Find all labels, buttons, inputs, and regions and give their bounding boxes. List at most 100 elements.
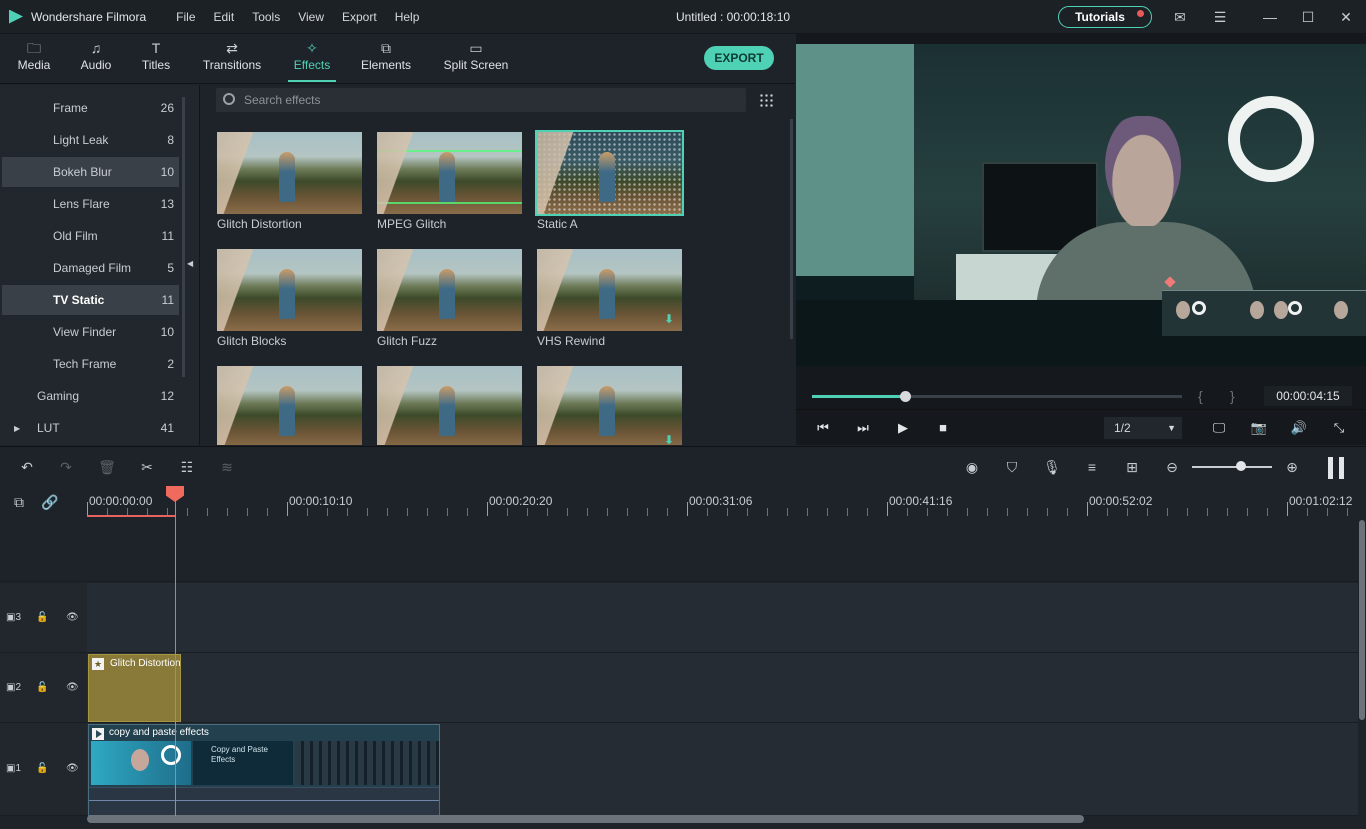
delete-icon[interactable]: 🗑 [98,458,116,476]
volume-icon[interactable]: 🔊 [1290,419,1308,437]
zoom-in-icon[interactable]: ⊕ [1283,458,1301,476]
effect-tile[interactable] [217,366,362,445]
effect-glitch-distortion[interactable]: Glitch Distortion [217,132,362,231]
tab-media[interactable]: 🗀 Media [10,38,58,82]
category-frame[interactable]: Frame 26 [2,93,179,123]
timeline-vertical-scrollbar[interactable] [1359,520,1365,720]
effect-glitch-fuzz[interactable]: Glitch Fuzz [377,249,522,348]
category-lut[interactable]: ▶ LUT 41 [2,413,179,443]
eye-icon[interactable]: 👁 [66,610,79,626]
tab-transitions-label: Transitions [203,58,261,72]
adjust-icon[interactable]: ☷ [178,458,196,476]
zoom-slider-knob[interactable] [1236,461,1246,471]
tab-effects[interactable]: ✧ Effects [288,38,336,82]
category-tech-frame[interactable]: Tech Frame 2 [2,349,179,379]
track-3[interactable]: ▣3 🔓 👁 [0,583,1358,653]
fullscreen-icon[interactable]: ⤡ [1330,419,1348,437]
zoom-slider[interactable] [1192,466,1272,468]
effect-clip[interactable]: ★ Glitch Distortion [88,654,181,722]
effect-thumbnail [377,366,522,445]
grid-view-icon[interactable] [759,93,773,107]
eye-icon[interactable]: 👁 [66,680,79,696]
video-clip[interactable]: Copy and Paste Effects copy and paste ef… [88,724,440,816]
stop-icon[interactable]: ■ [934,419,952,437]
timeline-horizontal-scrollbar[interactable] [87,815,1084,823]
effect-static-a[interactable]: Static A [537,132,682,231]
menu-export[interactable]: Export [342,10,377,24]
category-tv-static[interactable]: TV Static 11 [2,285,179,315]
mark-out-icon[interactable]: } [1230,388,1235,404]
effect-vhs-rewind[interactable]: ⬇ VHS Rewind [537,249,682,348]
expand-arrow-icon[interactable]: ▶ [14,424,20,433]
tab-audio[interactable]: ♫ Audio [72,38,120,82]
search-input[interactable] [244,90,724,110]
menu-edit[interactable]: Edit [214,10,235,24]
audio-mixer-icon[interactable]: ≡ [1083,458,1101,476]
lock-icon[interactable]: 🔓 [36,680,48,696]
zoom-out-icon[interactable]: ⊖ [1163,458,1181,476]
mark-in-icon[interactable]: { [1198,388,1203,404]
download-icon[interactable]: ⬇ [664,434,674,445]
category-scrollbar[interactable] [182,97,185,377]
undo-icon[interactable]: ↶ [18,458,36,476]
effect-tile[interactable] [377,366,522,445]
mail-icon[interactable]: ✉ [1172,9,1188,25]
effect-thumbnail [217,366,362,445]
category-damaged-film[interactable]: Damaged Film 5 [2,253,179,283]
export-button[interactable]: EXPORT [704,46,774,70]
add-track-icon[interactable]: ⧉ [10,493,28,511]
download-icon[interactable]: ⬇ [664,313,674,325]
close-icon[interactable]: ✕ [1338,9,1354,25]
snapshot-icon[interactable]: 📷 [1250,419,1268,437]
category-old-film[interactable]: Old Film 11 [2,221,179,251]
preview-scrubber: { } 00:00:04:15 [796,380,1366,410]
link-icon[interactable]: 🔗 [41,493,59,511]
tab-transitions[interactable]: ⇄ Transitions [198,38,266,82]
audio-wave-icon[interactable]: ≋ [218,458,236,476]
maximize-icon[interactable]: ☐ [1300,9,1316,25]
eye-icon[interactable]: 👁 [66,761,79,777]
fit-timeline-icon[interactable]: ⊞ [1123,458,1141,476]
step-back-icon[interactable]: ⏮ [814,419,832,437]
tab-titles[interactable]: T Titles [132,38,180,82]
track-2[interactable]: ▣2 🔓 👁 [0,653,1358,723]
progress-knob[interactable] [900,391,911,402]
resolution-select[interactable]: 1/2 ▼ [1104,417,1182,439]
star-icon: ★ [92,658,104,670]
effect-thumbnail: ⬇ [537,366,682,445]
microphone-icon[interactable]: 🎙 [1043,458,1061,476]
menu-tools[interactable]: Tools [252,10,280,24]
step-forward-icon[interactable]: ⏭ [854,419,872,437]
category-view-finder[interactable]: View Finder 10 [2,317,179,347]
effect-glitch-blocks[interactable]: Glitch Blocks [217,249,362,348]
lock-icon[interactable]: 🔓 [36,761,48,777]
tab-elements[interactable]: ⧉ Elements [358,38,414,82]
display-icon[interactable]: 🖵 [1210,419,1228,437]
category-light-leak[interactable]: Light Leak 8 [2,125,179,155]
menu-help[interactable]: Help [395,10,420,24]
category-bokeh-blur[interactable]: Bokeh Blur 10 [2,157,179,187]
tutorials-button[interactable]: Tutorials [1058,6,1152,28]
cut-icon[interactable]: ✂ [138,458,156,476]
effect-mpeg-glitch[interactable]: MPEG Glitch [377,132,522,231]
list-menu-icon[interactable]: ☰ [1212,9,1228,25]
playhead[interactable] [175,500,176,816]
minimize-icon[interactable]: — [1262,9,1278,25]
category-lens-flare[interactable]: Lens Flare 13 [2,189,179,219]
menu-view[interactable]: View [298,10,324,24]
video-preview[interactable] [796,44,1366,366]
render-preview-icon[interactable]: ◉ [963,458,981,476]
marker-icon[interactable]: ⛉ [1003,458,1021,476]
progress-track[interactable] [812,395,1182,398]
collapse-panel-icon[interactable]: ◀ [187,259,193,268]
tab-split-screen[interactable]: ▭ Split Screen [440,38,512,82]
effect-tile[interactable]: ⬇ [537,366,682,445]
category-gaming[interactable]: Gaming 12 [2,381,179,411]
effects-scrollbar[interactable] [790,119,793,339]
menu-file[interactable]: File [176,10,195,24]
lock-icon[interactable]: 🔓 [36,610,48,626]
play-icon[interactable]: ▶ [894,419,912,437]
redo-icon[interactable]: ↷ [57,458,75,476]
timeline-ruler[interactable]: ⧉ 🔗 00:00:00:00 00:00:10:10 00:00:20:20 … [0,486,1366,518]
pause-icon[interactable] [1328,457,1344,479]
